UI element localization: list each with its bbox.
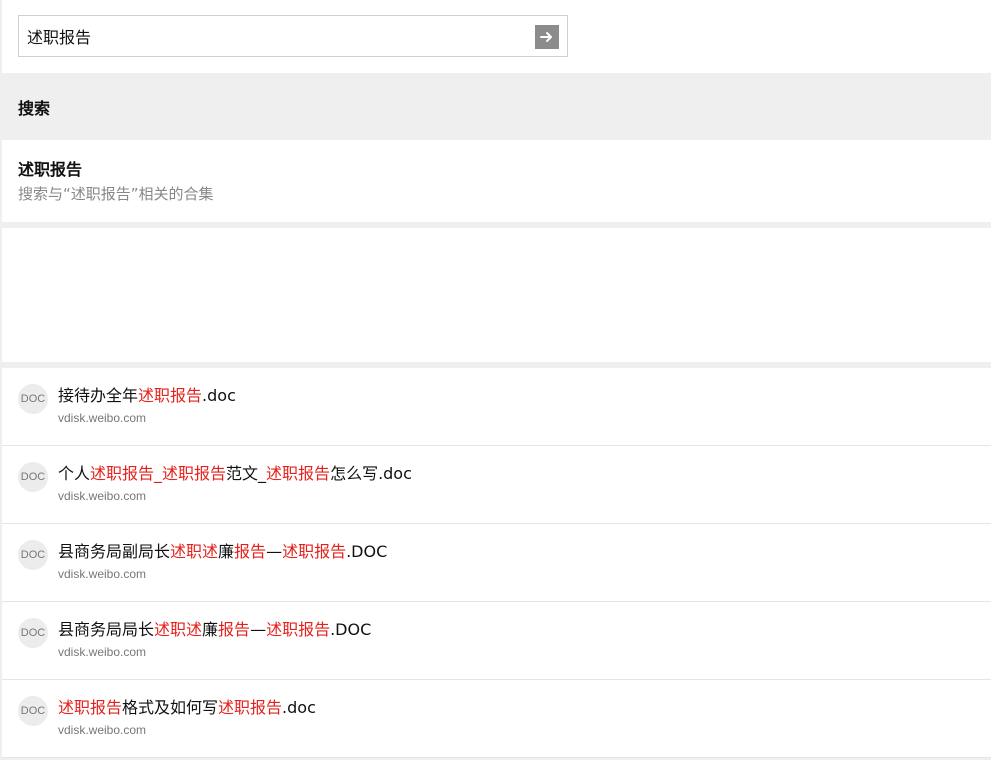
doc-icon: DOC [18, 384, 48, 414]
result-item[interactable]: DOC 接待办全年述职报告.doc vdisk.weibo.com [2, 368, 991, 446]
result-domain: vdisk.weibo.com [58, 723, 147, 737]
result-title-text: 个人 [58, 464, 91, 483]
search-bar [2, 0, 991, 73]
result-title-text: 县商务局副局长 [58, 542, 171, 561]
result-domain: vdisk.weibo.com [58, 645, 147, 659]
result-title-highlight: 报告 [234, 542, 267, 561]
result-title-text: 范文_ [226, 464, 267, 483]
doc-icon: DOC [18, 462, 48, 492]
result-title-highlight: 述职报告 [282, 542, 347, 561]
result-title-highlight: 述职报告 [58, 698, 123, 717]
result-title-text: — [266, 542, 283, 561]
suggestion-subtitle: 搜索与“述职报告”相关的合集 [18, 185, 214, 203]
result-title[interactable]: 县商务局副局长述职述廉报告—述职报告.DOC [58, 542, 387, 562]
doc-icon: DOC [18, 618, 48, 648]
result-title-text: 廉 [218, 542, 235, 561]
result-title-highlight: 报告 [218, 620, 251, 639]
search-page: 搜索 述职报告 搜索与“述职报告”相关的合集 DOC接待办全年述职报告.docv… [2, 0, 991, 760]
result-item[interactable]: DOC 县商务局局长述职述廉报告—述职报告.DOC vdisk.weibo.com [2, 602, 991, 680]
arrow-right-icon [540, 32, 552, 42]
result-domain: vdisk.weibo.com [58, 411, 147, 425]
search-input[interactable] [27, 16, 527, 56]
result-title-highlight: 述职报告 [266, 464, 331, 483]
result-title-text: .DOC [330, 620, 372, 639]
section-header: 搜索 [2, 73, 991, 140]
result-title-text: 县商务局局长 [58, 620, 155, 639]
result-title-text: — [250, 620, 267, 639]
result-title-text: 廉 [202, 620, 219, 639]
result-item[interactable]: DOC 个人述职报告_述职报告范文_述职报告怎么写.doc vdisk.weibo.… [2, 446, 991, 524]
result-title-text: .DOC [346, 542, 388, 561]
search-submit-button[interactable] [535, 25, 559, 49]
result-domain: vdisk.weibo.com [58, 489, 147, 503]
result-title[interactable]: 接待办全年述职报告.doc [58, 386, 236, 406]
result-item[interactable]: DOC 县商务局副局长述职述廉报告—述职报告.DOC vdisk.weibo.com [2, 524, 991, 602]
result-title[interactable]: 县商务局局长述职述廉报告—述职报告.DOC [58, 620, 371, 640]
result-item[interactable]: DOC 述职报告格式及如何写述职报告.doc vdisk.weibo.com [2, 680, 991, 758]
result-title-text: 格式及如何写 [122, 698, 219, 717]
result-title-highlight: 述职报告 [266, 620, 331, 639]
result-title-highlight: 述职报告 [138, 386, 203, 405]
result-title-highlight: 述职报告_述职报告 [90, 464, 227, 483]
result-title-highlight: 述职报告 [218, 698, 283, 717]
result-title-text: .doc [282, 698, 316, 717]
result-title-text: 接待办全年 [58, 386, 139, 405]
result-title[interactable]: 个人述职报告_述职报告范文_述职报告怎么写.doc [58, 464, 412, 484]
result-title-text: 怎么写.doc [330, 464, 412, 483]
doc-icon: DOC [18, 696, 48, 726]
result-list: DOC 接待办全年述职报告.doc vdisk.weibo.com DOC 个人述职报告… [2, 368, 991, 758]
section-header-label: 搜索 [18, 98, 51, 118]
blank-panel [2, 228, 991, 362]
suggestion-title: 述职报告 [18, 160, 83, 179]
result-title-text: .doc [202, 386, 236, 405]
search-box [18, 15, 568, 57]
result-title-highlight: 述职述 [154, 620, 203, 639]
result-domain: vdisk.weibo.com [58, 567, 147, 581]
result-title[interactable]: 述职报告格式及如何写述职报告.doc [58, 698, 316, 718]
result-title-highlight: 述职述 [170, 542, 219, 561]
doc-icon: DOC [18, 540, 48, 570]
collection-suggestion[interactable]: 述职报告 搜索与“述职报告”相关的合集 [2, 140, 991, 222]
